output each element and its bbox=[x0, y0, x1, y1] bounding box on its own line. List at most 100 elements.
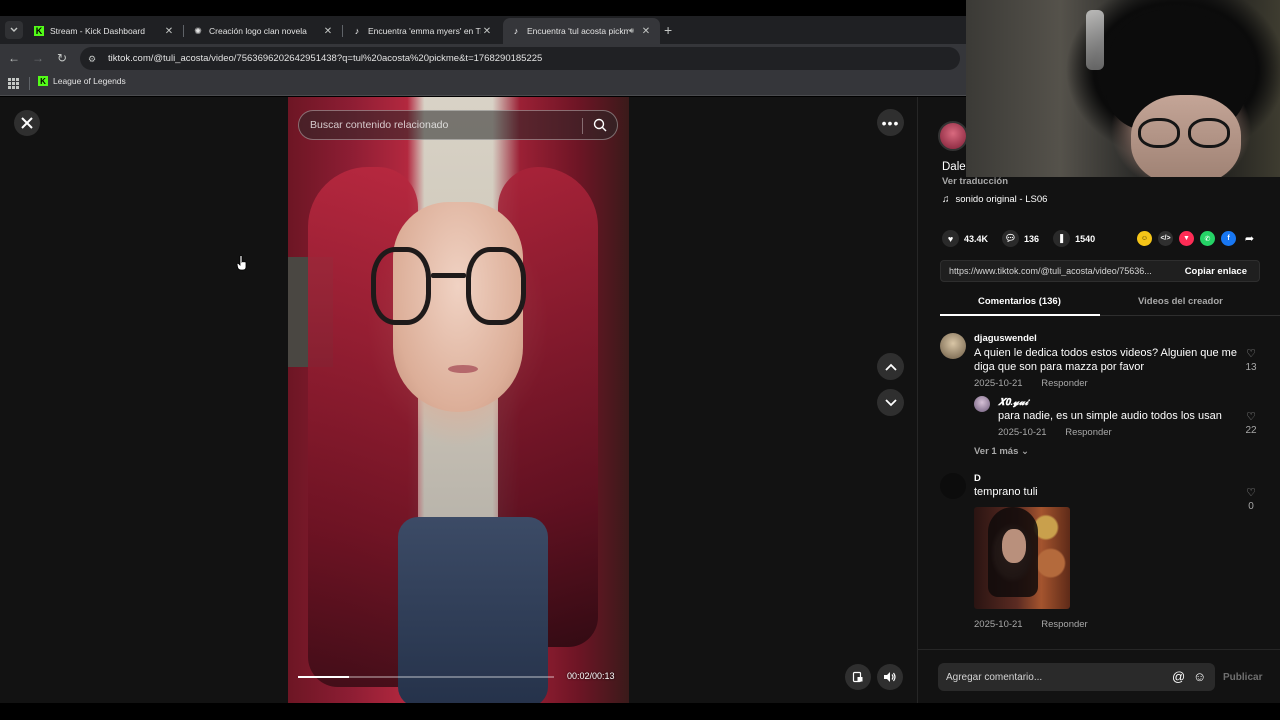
comment-text: para nadie, es un simple audio todos los… bbox=[998, 410, 1222, 422]
address-bar[interactable]: ⚙ tiktok.com/@tuli_acosta/video/75636962… bbox=[80, 47, 960, 70]
close-tab-icon[interactable]: ✕ bbox=[481, 26, 493, 37]
next-video-button[interactable] bbox=[877, 389, 904, 416]
mention-icon[interactable]: @ bbox=[1172, 669, 1185, 684]
volume-button[interactable] bbox=[877, 664, 903, 690]
bookmark-icon: ❚ bbox=[1053, 230, 1071, 247]
comment-icon: 💬︎ bbox=[1002, 230, 1020, 247]
like-button[interactable]: ♥ 43.4K bbox=[942, 230, 988, 247]
tab-tiktok-tul-acosta[interactable]: ♪ Encuentra 'tul acosta pickm 🔊︎ ✕ bbox=[503, 18, 660, 44]
close-tab-icon[interactable]: ✕ bbox=[163, 26, 175, 37]
avatar[interactable] bbox=[974, 396, 990, 412]
webcam-overlay bbox=[966, 0, 1280, 177]
back-icon[interactable]: ← bbox=[6, 50, 22, 66]
gif-detail bbox=[1002, 529, 1026, 563]
comment-username[interactable]: D bbox=[974, 473, 981, 484]
tab-logo-clan[interactable]: ✺ Creación logo clan novela ✕ bbox=[185, 18, 342, 44]
related-search-input[interactable]: Buscar contenido relacionado bbox=[298, 110, 618, 140]
creator-avatar[interactable] bbox=[938, 121, 968, 151]
comment-gif-image bbox=[974, 507, 1070, 609]
avatar[interactable] bbox=[940, 473, 966, 499]
comment-like-button[interactable]: ♡ 22 bbox=[1243, 410, 1259, 436]
video-progress-bar[interactable] bbox=[298, 676, 554, 678]
bookmark-divider bbox=[29, 77, 30, 90]
comment-username[interactable]: 𝑿𝟎.𝔂𝓾𝓲 bbox=[998, 397, 1028, 408]
emoji-icon[interactable]: ☺ bbox=[1193, 669, 1206, 684]
reply-button[interactable]: Responder bbox=[1041, 619, 1087, 630]
webcam-detail bbox=[1086, 10, 1104, 70]
video-player[interactable]: Buscar contenido relacionado 00:02/00:13 bbox=[288, 97, 629, 703]
close-video-button[interactable] bbox=[14, 110, 40, 136]
share-link-field: https://www.tiktok.com/@tuli_acosta/vide… bbox=[940, 260, 1260, 282]
tab-creator-videos[interactable]: Videos del creador bbox=[1138, 296, 1223, 307]
chevron-down-icon: ⌄ bbox=[1021, 446, 1029, 457]
search-icon[interactable] bbox=[593, 118, 607, 132]
video-progress-fill bbox=[298, 676, 350, 678]
whatsapp-icon[interactable]: ✆ bbox=[1200, 231, 1215, 246]
tab-divider bbox=[183, 25, 184, 37]
comment-text: A quien le dedica todos estos videos? Al… bbox=[974, 347, 1237, 373]
see-translation-link[interactable]: Ver traducción bbox=[942, 176, 1008, 187]
chatgpt-logo-icon: ✺ bbox=[194, 25, 202, 36]
save-button[interactable]: ❚ 1540 bbox=[1053, 230, 1095, 247]
share-link-url[interactable]: https://www.tiktok.com/@tuli_acosta/vide… bbox=[941, 266, 1173, 276]
close-tab-icon[interactable]: ✕ bbox=[322, 26, 334, 37]
view-more-replies[interactable]: Ver 1 más ⌄ bbox=[974, 446, 1029, 457]
url-text: tiktok.com/@tuli_acosta/video/7563696202… bbox=[108, 53, 543, 64]
video-frame-detail bbox=[431, 273, 466, 278]
chevron-down-icon bbox=[884, 398, 897, 406]
comment-username[interactable]: djaguswendel bbox=[974, 333, 1037, 344]
reply-button[interactable]: Responder bbox=[1041, 378, 1087, 389]
bookmark-league-of-legends[interactable]: K League of Legends bbox=[38, 76, 126, 86]
sound-link[interactable]: ♫ sonido original - LS06 bbox=[942, 194, 1047, 205]
tab-kick-dashboard[interactable]: K Stream - Kick Dashboard ✕ bbox=[26, 18, 183, 44]
embed-code-icon[interactable]: </> bbox=[1158, 231, 1173, 246]
active-tab-underline bbox=[940, 314, 1100, 316]
browser-tab-bar: K Stream - Kick Dashboard ✕ ✺ Creación l… bbox=[0, 16, 966, 44]
video-details-panel: Dale Ver traducción ♫ sonido original - … bbox=[917, 97, 1280, 703]
avatar[interactable] bbox=[940, 333, 966, 359]
tab-comments[interactable]: Comentarios (136) bbox=[978, 296, 1061, 307]
close-tab-icon[interactable]: ✕ bbox=[640, 26, 652, 37]
comment-like-button[interactable]: ♡ 13 bbox=[1243, 347, 1259, 373]
heart-outline-icon: ♡ bbox=[1246, 348, 1256, 360]
comment-button[interactable]: 💬︎ 136 bbox=[1002, 230, 1039, 247]
comment-meta: 2025-10-21 Responder bbox=[998, 427, 1112, 438]
tab-divider bbox=[342, 25, 343, 37]
facebook-icon[interactable]: f bbox=[1221, 231, 1236, 246]
kick-logo-icon: K bbox=[34, 26, 44, 36]
tiktok-logo-icon: ♪ bbox=[354, 26, 360, 36]
share-arrow-icon[interactable]: ➦ bbox=[1242, 231, 1257, 246]
comment-like-button[interactable]: ♡ 0 bbox=[1243, 486, 1259, 512]
comment-meta: 2025-10-21 Responder bbox=[974, 619, 1088, 630]
forward-icon[interactable]: → bbox=[30, 50, 46, 66]
reload-icon[interactable]: ↻ bbox=[54, 50, 70, 66]
more-options-button[interactable]: ••• bbox=[877, 109, 904, 136]
apps-grid-icon[interactable] bbox=[8, 78, 19, 89]
new-tab-button[interactable]: + bbox=[664, 22, 672, 38]
tab-search-button[interactable] bbox=[5, 21, 23, 39]
picture-in-picture-button[interactable] bbox=[845, 664, 871, 690]
kick-logo-icon: K bbox=[38, 76, 48, 86]
video-time: 00:02/00:13 bbox=[567, 671, 615, 681]
mouse-cursor-icon bbox=[236, 255, 247, 271]
heart-outline-icon: ♡ bbox=[1246, 487, 1256, 499]
panel-tabs: Comentarios (136) Videos del creador bbox=[940, 292, 1280, 316]
reply-button[interactable]: Responder bbox=[1065, 427, 1111, 438]
video-description: Dale bbox=[942, 161, 966, 173]
site-info-icon[interactable]: ⚙ bbox=[88, 54, 100, 64]
speaker-icon[interactable]: 🔊︎ bbox=[629, 26, 634, 36]
copy-link-button[interactable]: Copiar enlace bbox=[1173, 266, 1259, 277]
previous-video-button[interactable] bbox=[877, 353, 904, 380]
embed-coin-icon[interactable]: ☺ bbox=[1137, 231, 1152, 246]
post-comment-button[interactable]: Publicar bbox=[1223, 672, 1262, 683]
send-icon[interactable]: ▼ bbox=[1179, 231, 1194, 246]
heart-outline-icon: ♡ bbox=[1246, 411, 1256, 423]
webcam-detail bbox=[1138, 118, 1180, 148]
tab-tiktok-emma[interactable]: ♪ Encuentra 'emma myers' en Tik ✕ bbox=[344, 18, 501, 44]
bottom-bar bbox=[0, 703, 1280, 720]
tiktok-logo-icon: ♪ bbox=[513, 26, 519, 36]
chevron-down-icon bbox=[10, 27, 18, 32]
video-frame-detail bbox=[466, 247, 526, 325]
webcam-detail bbox=[1188, 118, 1230, 148]
search-placeholder: Buscar contenido relacionado bbox=[310, 119, 449, 131]
